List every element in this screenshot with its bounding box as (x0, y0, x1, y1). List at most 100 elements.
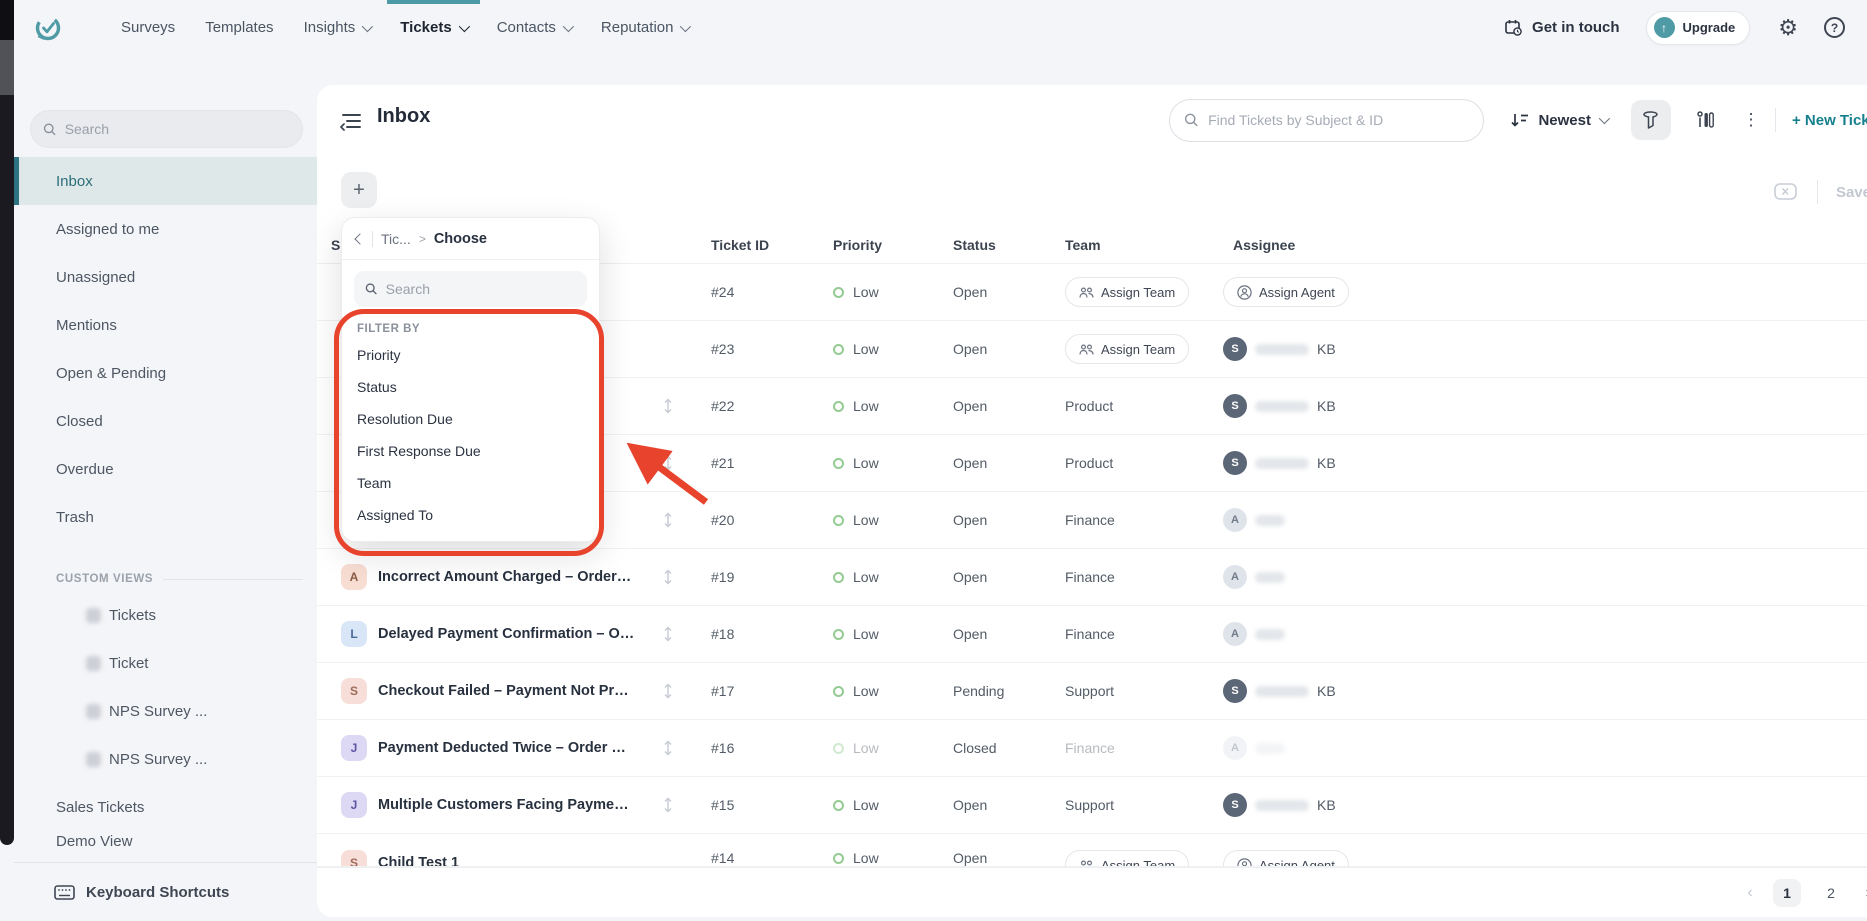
pagination: ‹ 1 2 › (317, 867, 1867, 917)
nav-tickets[interactable]: Tickets (385, 0, 481, 55)
custom-view-tickets[interactable]: Tickets (14, 591, 317, 639)
columns-view-button[interactable] (1685, 100, 1725, 140)
filter-option-assigned-to[interactable]: Assigned To (342, 499, 599, 531)
sidebar-item-closed[interactable]: Closed (14, 397, 317, 445)
table-row[interactable]: LDelayed Payment Confirmation – O… #18 L… (317, 606, 1867, 663)
ticket-subject: Multiple Customers Facing Payme… (378, 797, 629, 813)
nav-templates[interactable]: Templates (190, 0, 288, 55)
brand-logo[interactable] (34, 13, 62, 43)
more-options-button[interactable]: ⋮ (1739, 110, 1763, 130)
drag-handle[interactable] (651, 682, 685, 700)
redacted-icon (86, 752, 101, 767)
sidebar-search-input[interactable] (65, 121, 290, 137)
pagination-page-1[interactable]: 1 (1773, 879, 1801, 907)
assignee-cell[interactable]: A (1223, 622, 1867, 646)
table-row[interactable]: JPayment Deducted Twice – Order … #16 Lo… (317, 720, 1867, 777)
assign-team-button[interactable]: Assign Team (1065, 277, 1189, 307)
filter-search-input[interactable] (386, 281, 576, 297)
assignee-cell[interactable]: SKB (1223, 337, 1867, 361)
assignee-cell[interactable]: SKB (1223, 451, 1867, 475)
table-row[interactable]: JMultiple Customers Facing Payme… #15 Lo… (317, 777, 1867, 834)
sidebar: Inbox Assigned to me Unassigned Mentions… (14, 55, 317, 921)
assignee-cell[interactable]: A (1223, 736, 1867, 760)
table-row[interactable]: SCheckout Failed – Payment Not Pr… #17 L… (317, 663, 1867, 720)
sort-control[interactable]: Newest (1510, 112, 1607, 129)
assignee-cell[interactable]: SKB (1223, 793, 1867, 817)
divider (1817, 180, 1818, 204)
drag-handle[interactable] (651, 625, 685, 643)
priority-low-icon (833, 458, 844, 469)
table-row[interactable]: SChild Test 1 #14 Low Open Assign Team A… (317, 834, 1867, 867)
drag-handle[interactable] (651, 796, 685, 814)
team-cell: Finance (1065, 740, 1223, 756)
sidebar-item-trash[interactable]: Trash (14, 493, 317, 541)
add-filter-button[interactable]: + (341, 172, 377, 208)
upgrade-button[interactable]: ↑ Upgrade (1646, 11, 1751, 45)
drag-handle[interactable] (651, 568, 685, 586)
drag-handle[interactable] (651, 454, 685, 472)
keyboard-shortcuts-bar[interactable]: Keyboard Shortcuts (14, 862, 317, 921)
drag-handle[interactable] (651, 511, 685, 529)
search-icon (1184, 112, 1199, 128)
custom-view-nps-survey-2[interactable]: NPS Survey ... (14, 735, 317, 783)
chevron-down-icon (362, 20, 373, 31)
main-panel: Inbox Newest (317, 85, 1867, 917)
filter-option-first-response-due[interactable]: First Response Due (342, 435, 599, 467)
sidebar-item-inbox[interactable]: Inbox (14, 157, 317, 205)
assignee-avatar: S (1223, 337, 1247, 361)
custom-view-nps-survey-1[interactable]: NPS Survey ... (14, 687, 317, 735)
redacted-name (1255, 686, 1309, 697)
status-cell: Open (953, 797, 1065, 813)
sidebar-item-assigned-to-me[interactable]: Assigned to me (14, 205, 317, 253)
filter-option-priority[interactable]: Priority (342, 339, 599, 371)
sidebar-item-clipped[interactable]: Demo View (14, 833, 317, 847)
page-title: Inbox (377, 105, 430, 128)
sort-icon (1510, 112, 1530, 128)
ticket-subject: Checkout Failed – Payment Not Pr… (378, 683, 629, 699)
filter-search[interactable] (354, 271, 587, 307)
collapse-sidebar-icon[interactable] (339, 111, 363, 133)
clear-filter-icon[interactable] (1774, 183, 1799, 201)
pagination-page-2[interactable]: 2 (1817, 879, 1845, 907)
pagination-prev[interactable]: ‹ (1743, 884, 1757, 902)
sidebar-item-mentions[interactable]: Mentions (14, 301, 317, 349)
table-row[interactable]: AIncorrect Amount Charged – Order… #19 L… (317, 549, 1867, 606)
help-icon[interactable]: ? (1824, 17, 1845, 38)
sidebar-item-open-pending[interactable]: Open & Pending (14, 349, 317, 397)
sidebar-item-sales-tickets[interactable]: Sales Tickets (14, 783, 317, 831)
pagination-next[interactable]: › (1861, 884, 1867, 902)
ticket-search-input[interactable] (1208, 112, 1469, 128)
sidebar-search[interactable] (30, 110, 303, 148)
sidebar-item-overdue[interactable]: Overdue (14, 445, 317, 493)
assign-team-button[interactable]: Assign Team (1065, 850, 1189, 867)
nav-surveys[interactable]: Surveys (106, 0, 190, 55)
chevron-down-icon (1599, 113, 1610, 124)
assign-team-button[interactable]: Assign Team (1065, 334, 1189, 364)
filter-button[interactable] (1631, 100, 1671, 140)
filter-option-status[interactable]: Status (342, 371, 599, 403)
new-ticket-button[interactable]: + New Ticket (1792, 112, 1867, 129)
settings-gear-icon[interactable]: ⚙ (1778, 17, 1798, 39)
drag-handle[interactable] (651, 739, 685, 757)
nav-contacts[interactable]: Contacts (482, 0, 586, 55)
breadcrumb-parent[interactable]: Tic... (381, 231, 411, 247)
assignee-cell[interactable]: SKB (1223, 679, 1867, 703)
ticket-search[interactable] (1169, 99, 1484, 142)
get-in-touch-button[interactable]: Get in touch (1504, 18, 1620, 37)
assignee-cell[interactable]: SKB (1223, 394, 1867, 418)
sidebar-item-unassigned[interactable]: Unassigned (14, 253, 317, 301)
filter-option-team[interactable]: Team (342, 467, 599, 499)
save-view-button[interactable]: Save (1836, 184, 1867, 201)
assignee-cell[interactable]: A (1223, 508, 1867, 532)
assignee-cell[interactable]: A (1223, 565, 1867, 589)
assign-agent-button[interactable]: Assign Agent (1223, 850, 1349, 867)
nav-reputation[interactable]: Reputation (586, 0, 704, 55)
nav-insights[interactable]: Insights (289, 0, 386, 55)
filter-section-label: FILTER BY (342, 313, 599, 339)
drag-handle[interactable] (651, 397, 685, 415)
custom-view-ticket[interactable]: Ticket (14, 639, 317, 687)
redacted-name (1255, 743, 1285, 754)
assign-agent-button[interactable]: Assign Agent (1223, 277, 1349, 307)
chevron-left-icon[interactable] (354, 233, 365, 244)
filter-option-resolution-due[interactable]: Resolution Due (342, 403, 599, 435)
